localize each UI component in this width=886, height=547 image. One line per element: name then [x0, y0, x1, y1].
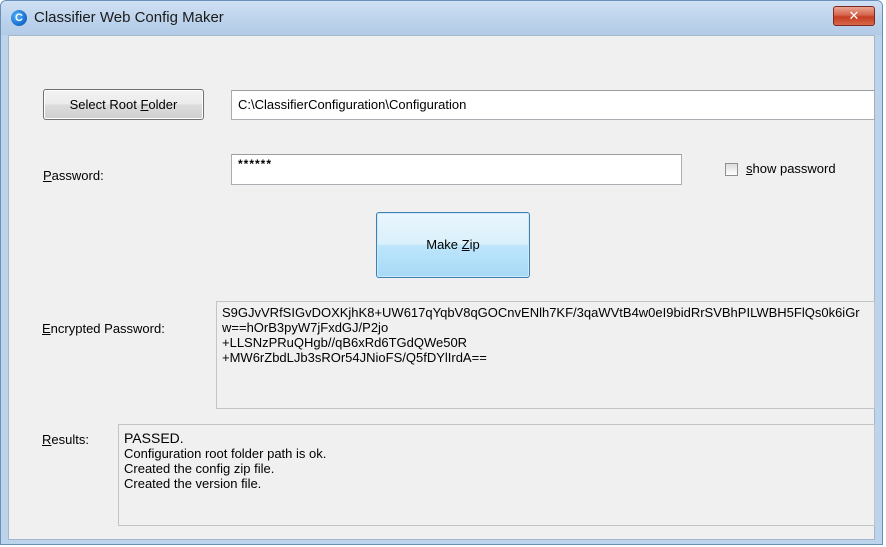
select-root-folder-label: Select Root Folder [69, 97, 178, 112]
close-icon: ✕ [848, 8, 860, 23]
make-zip-label: Make Zip [426, 237, 480, 252]
encrypted-password-output[interactable]: S9GJvVRfSIGvDOXKjhK8+UW617qYqbV8qGOCnvEN… [216, 301, 875, 409]
close-button[interactable]: ✕ [833, 6, 875, 26]
window-title: Classifier Web Config Maker [34, 9, 224, 26]
show-password-checkbox[interactable] [725, 163, 738, 176]
results-line: Configuration root folder path is ok. [124, 446, 327, 461]
app-logo-icon: C [11, 10, 27, 26]
make-zip-button[interactable]: Make Zip [376, 212, 530, 278]
root-folder-path-input[interactable]: C:\ClassifierConfiguration\Configuration [231, 90, 875, 120]
client-area: Select Root Folder C:\ClassifierConfigur… [8, 35, 875, 540]
password-label: Password: [43, 168, 104, 183]
results-line: Created the version file. [124, 476, 262, 491]
encrypted-password-label: Encrypted Password: [42, 321, 165, 336]
results-label: Results: [42, 432, 89, 447]
results-line: PASSED. [124, 430, 184, 446]
results-output[interactable]: PASSED. Configuration root folder path i… [118, 424, 875, 526]
show-password-label[interactable]: show password [746, 161, 836, 176]
title-bar[interactable]: C Classifier Web Config Maker ✕ [1, 1, 882, 35]
password-input[interactable]: ****** [231, 154, 682, 185]
results-line: Created the config zip file. [124, 461, 275, 476]
select-root-folder-button[interactable]: Select Root Folder [43, 89, 204, 120]
app-window: C Classifier Web Config Maker ✕ Select R… [0, 0, 883, 545]
